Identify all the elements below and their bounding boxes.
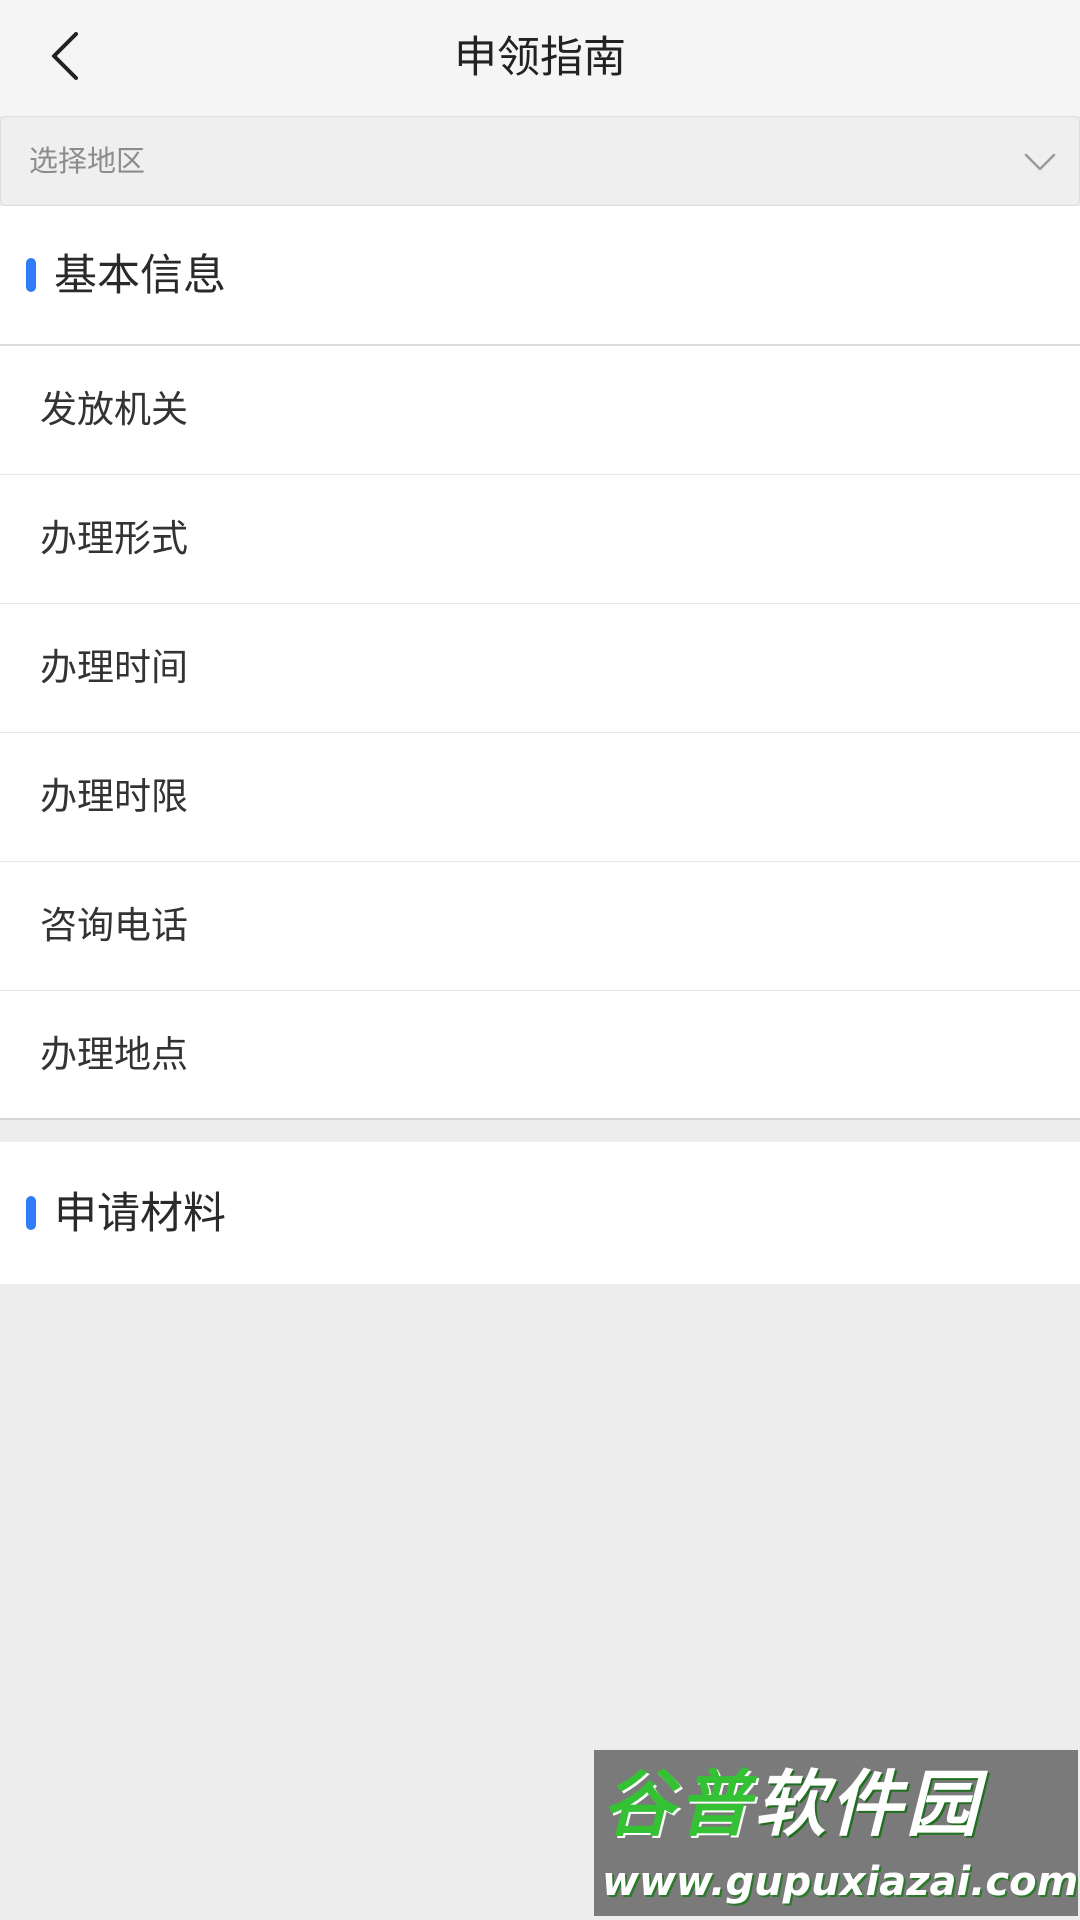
page-title: 申领指南 [454,33,626,83]
list-item-processing-time-limit[interactable]: 办理时限 [0,733,1080,862]
section-application-materials[interactable]: 申请材料 [0,1142,1080,1284]
list-item-label: 办理时间 [40,646,188,689]
section-title: 申请材料 [54,1189,226,1239]
section-header-application-materials: 申请材料 [0,1142,1080,1284]
region-select[interactable]: 选择地区 [0,116,1080,206]
list-item-label: 办理形式 [40,517,188,560]
chevron-down-icon [1023,145,1057,179]
section-title: 基本信息 [54,251,226,301]
list-item-label: 办理地点 [40,1033,188,1076]
watermark-brand-white: 软件园 [754,1762,983,1846]
section-header-basic-info: 基本信息 [0,206,1080,346]
list-item-label: 办理时限 [40,775,188,818]
watermark-url: www.gupuxiazai.com [602,1859,1078,1905]
watermark-brand-green: 谷普 [602,1762,755,1846]
watermark-logo: 谷普软件园 www.gupuxiazai.com [594,1750,1078,1916]
section-basic-info: 基本信息 发放机关 办理形式 办理时间 办理时限 咨询电话 办理地点 [0,206,1080,1120]
list-item-label: 发放机关 [40,388,188,431]
region-select-placeholder: 选择地区 [29,144,146,178]
list-item-processing-location[interactable]: 办理地点 [0,991,1080,1120]
list-item-processing-form[interactable]: 办理形式 [0,475,1080,604]
list-item-issuing-authority[interactable]: 发放机关 [0,346,1080,475]
list-item-label: 咨询电话 [40,904,188,947]
watermark-brand: 谷普软件园 [602,1756,1072,1852]
section-accent-bar [26,258,36,292]
list-item-consult-phone[interactable]: 咨询电话 [0,862,1080,991]
top-navbar: 申领指南 [0,0,1080,116]
section-accent-bar [26,1196,36,1230]
page: 申领指南 选择地区 基本信息 发放机关 办理形式 办理时间 办理时限 咨询电话 [0,0,1080,1920]
list-item-processing-hours[interactable]: 办理时间 [0,604,1080,733]
